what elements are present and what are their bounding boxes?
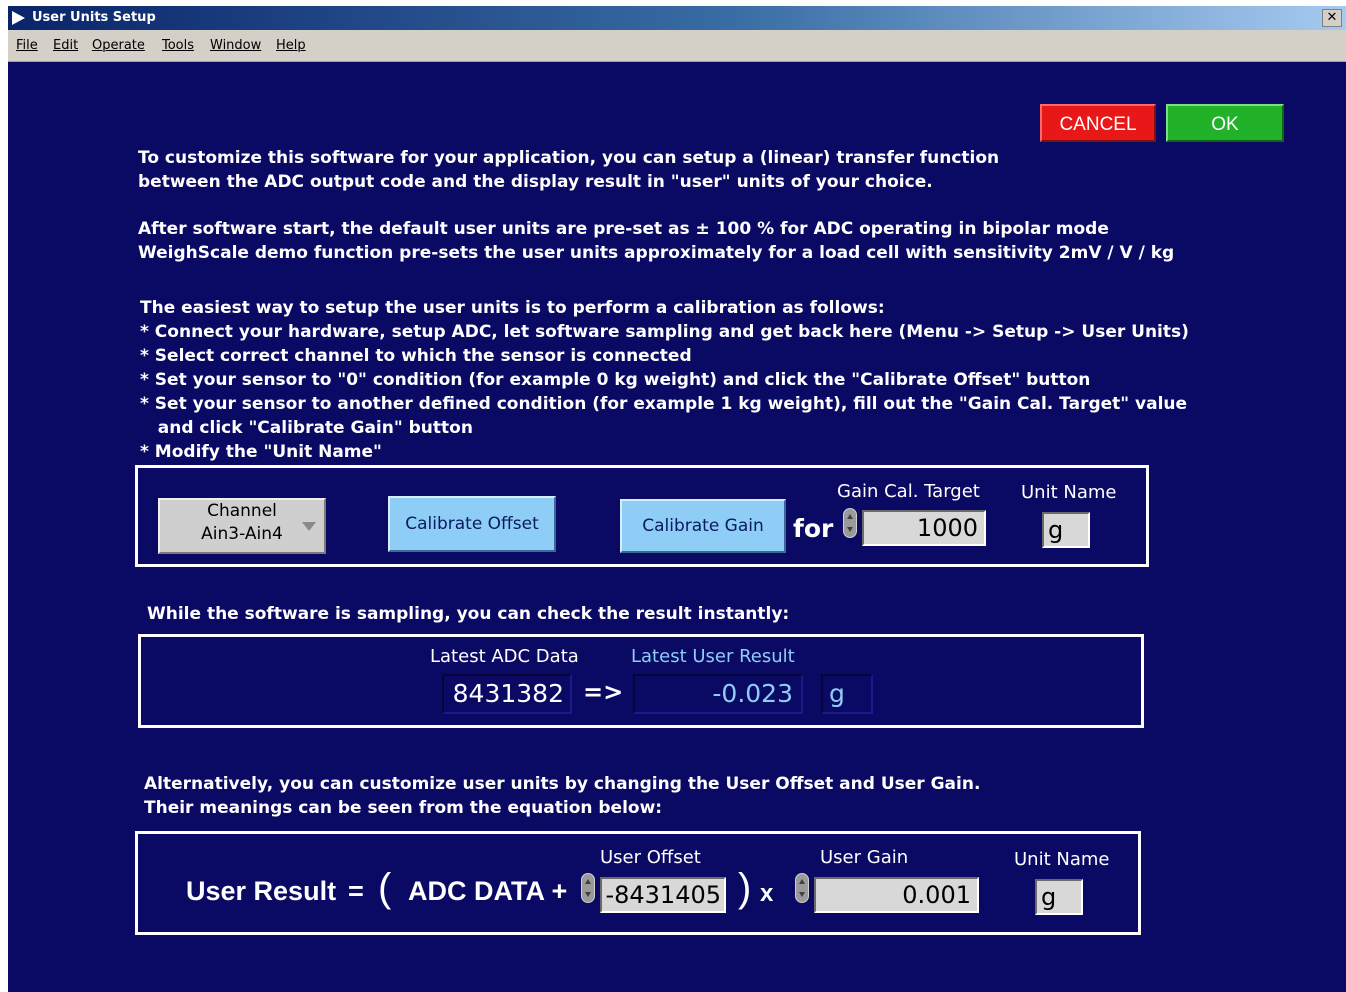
window-title: User Units Setup (32, 10, 156, 25)
instructions-line: * Set your sensor to another defined con… (140, 394, 1188, 414)
menu-operate[interactable]: Operate (92, 38, 145, 53)
menu-file[interactable]: File (16, 38, 38, 53)
alt-line: Their meanings can be seen from the equa… (144, 798, 663, 818)
intro-line: After software start, the default user u… (138, 219, 1109, 239)
equation-times: x (760, 880, 774, 907)
chevron-down-icon (302, 522, 316, 531)
equation-unit-label: Unit Name (1014, 849, 1110, 870)
instructions-line: and click "Calibrate Gain" button (140, 418, 473, 438)
gain-target-spinner[interactable] (843, 508, 857, 538)
arrow-label: => (583, 678, 624, 706)
gain-target-input[interactable]: 1000 (862, 510, 986, 546)
user-result-display: -0.023 (633, 674, 803, 714)
adc-data-display: 8431382 (442, 674, 572, 714)
equation-open-paren: ( (378, 866, 392, 910)
equation-equals: = (348, 876, 364, 906)
menu-window[interactable]: Window (210, 38, 261, 53)
user-offset-label: User Offset (600, 847, 701, 868)
user-gain-label: User Gain (820, 847, 909, 868)
equation-close-paren: ) (738, 866, 752, 910)
menu-edit[interactable]: Edit (53, 38, 78, 53)
intro-line: WeighScale demo function pre-sets the us… (138, 243, 1175, 263)
channel-select-label: Channel (207, 501, 277, 521)
calibrate-gain-button[interactable]: Calibrate Gain (620, 499, 786, 553)
instructions-line: * Connect your hardware, setup ADC, let … (140, 322, 1189, 342)
channel-select[interactable]: Channel Ain3-Ain4 (158, 498, 326, 554)
equation-adc-data: ADC DATA + (408, 876, 568, 906)
user-offset-input[interactable]: -8431405 (600, 877, 726, 913)
intro-line: To customize this software for your appl… (138, 148, 1000, 168)
user-result-label: Latest User Result (631, 646, 795, 667)
instructions-line: * Set your sensor to "0" condition (for … (140, 370, 1091, 390)
alt-line: Alternatively, you can customize user un… (144, 774, 981, 794)
equation-unit-input[interactable]: g (1035, 879, 1083, 915)
equation-user-result: User Result (186, 876, 337, 906)
for-label: for (793, 514, 834, 543)
menu-help[interactable]: Help (276, 38, 306, 53)
sampling-note: While the software is sampling, you can … (147, 604, 790, 624)
intro-line: between the ADC output code and the disp… (138, 172, 933, 192)
instructions-line: The easiest way to setup the user units … (140, 298, 885, 318)
gain-target-label: Gain Cal. Target (837, 481, 980, 502)
instructions-line: * Select correct channel to which the se… (140, 346, 692, 366)
close-icon[interactable]: ✕ (1322, 9, 1342, 27)
main-panel: CANCEL OK To customize this software for… (8, 62, 1346, 992)
unit-name-label: Unit Name (1021, 482, 1117, 503)
user-gain-spinner[interactable] (795, 873, 809, 903)
menu-bar: File Edit Operate Tools Window Help (8, 30, 1346, 62)
title-bar: User Units Setup ✕ (8, 6, 1346, 30)
unit-name-input[interactable]: g (1042, 512, 1090, 548)
menu-tools[interactable]: Tools (162, 38, 194, 53)
user-offset-spinner[interactable] (581, 873, 595, 903)
cancel-button[interactable]: CANCEL (1040, 104, 1156, 142)
user-gain-input[interactable]: 0.001 (814, 877, 979, 913)
adc-data-label: Latest ADC Data (430, 646, 579, 667)
ok-button[interactable]: OK (1166, 104, 1284, 142)
app-icon (12, 11, 25, 25)
user-unit-display: g (821, 674, 873, 714)
calibrate-offset-button[interactable]: Calibrate Offset (388, 496, 556, 552)
instructions-line: * Modify the "Unit Name" (140, 442, 382, 462)
channel-select-value: Ain3-Ain4 (201, 524, 283, 544)
